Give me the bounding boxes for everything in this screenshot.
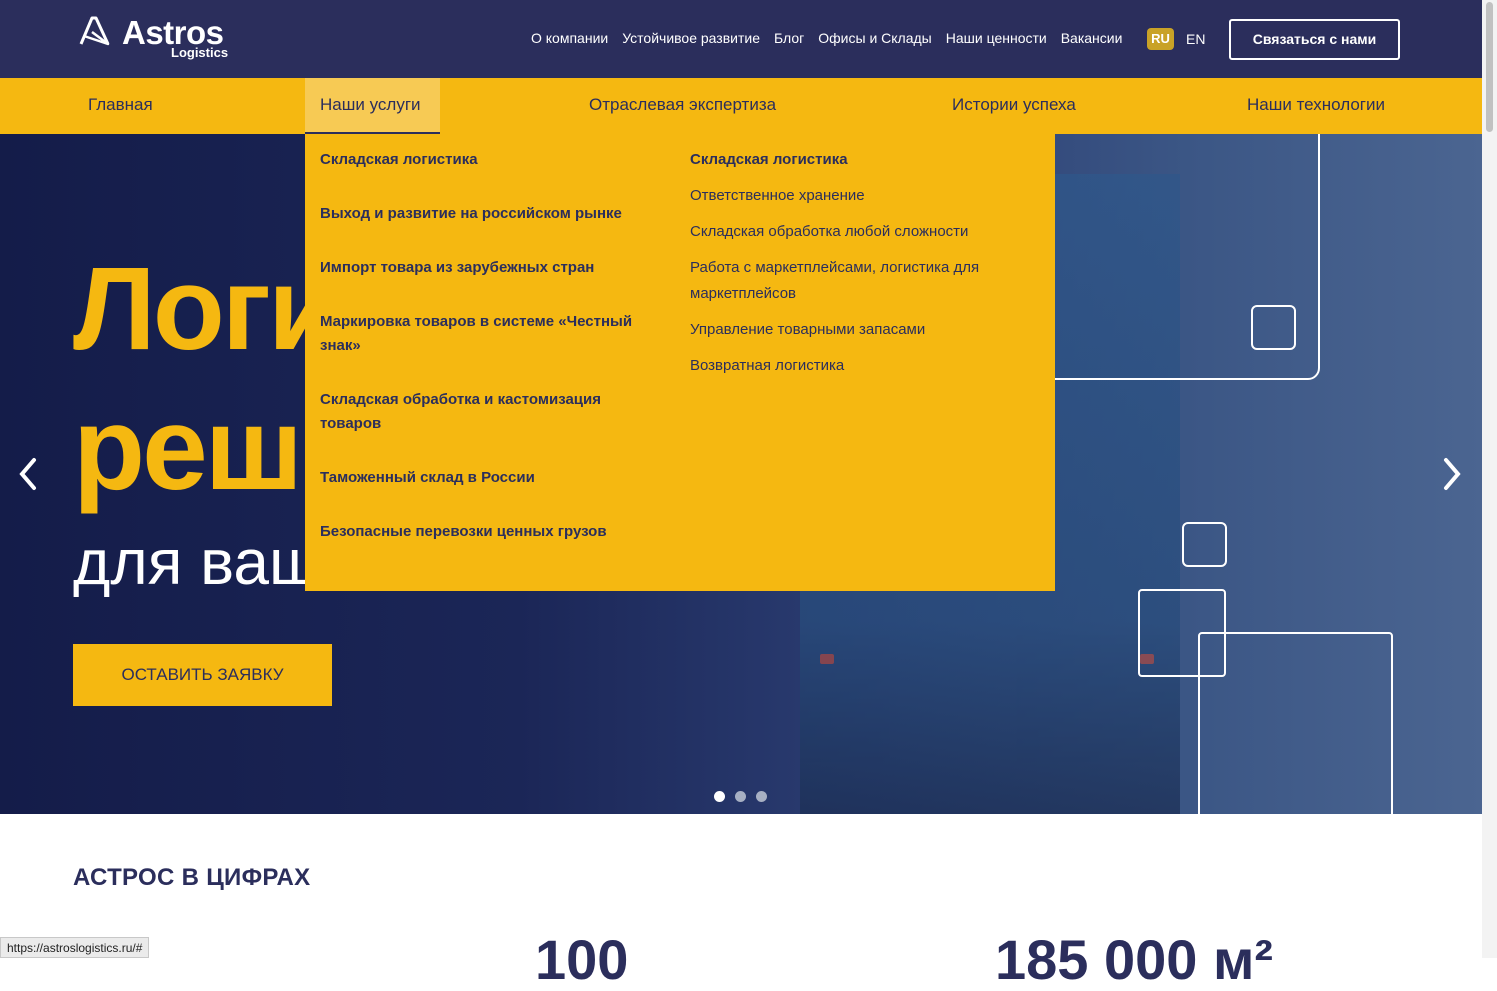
top-navigation: О компании Устойчивое развитие Блог Офис… (531, 28, 1122, 48)
truck-light (820, 654, 834, 664)
stat-number: 185 000 м² (995, 928, 1274, 991)
top-link-offices[interactable]: Офисы и Склады (818, 28, 931, 48)
top-link-values[interactable]: Наши ценности (946, 28, 1047, 48)
sub-item-processing[interactable]: Складская обработка любой сложности (690, 219, 1030, 245)
scrollbar[interactable] (1482, 0, 1497, 958)
sub-item-returns[interactable]: Возвратная логистика (690, 353, 1030, 379)
sub-item-inventory[interactable]: Управление товарными запасами (690, 317, 1030, 343)
lang-en-button[interactable]: EN (1186, 29, 1205, 49)
nav-item-technologies[interactable]: Наши технологии (1247, 78, 1385, 134)
service-item-warehouse[interactable]: Складская логистика (320, 148, 665, 172)
stat-number: 100 (535, 928, 629, 991)
slider-dots (714, 791, 767, 802)
leave-request-button[interactable]: ОСТАВИТЬ ЗАЯВКУ (73, 644, 332, 706)
service-item-valuable-cargo[interactable]: Безопасные перевозки ценных грузов (320, 520, 665, 544)
sub-item-marketplaces[interactable]: Работа с маркетплейсами, логистика для м… (690, 255, 1030, 307)
slider-next-icon[interactable] (1438, 454, 1466, 494)
logo-icon (79, 16, 110, 46)
decor-square (1251, 305, 1296, 350)
service-item-marking[interactable]: Маркировка товаров в системе «Честный зн… (320, 310, 665, 358)
hero-title-line2: реш (73, 383, 303, 515)
slider-dot[interactable] (714, 791, 725, 802)
top-link-vacancies[interactable]: Вакансии (1061, 28, 1123, 48)
services-dropdown: Складская логистика Выход и развитие на … (305, 134, 1055, 591)
top-link-sustainability[interactable]: Устойчивое развитие (622, 28, 760, 48)
nav-item-success-stories[interactable]: Истории успеха (952, 78, 1076, 134)
service-item-import[interactable]: Импорт товара из зарубежных стран (320, 256, 665, 280)
nav-item-services[interactable]: Наши услуги (305, 78, 440, 134)
decor-square (1182, 522, 1227, 567)
logo-subtitle: Logistics (171, 45, 229, 60)
top-link-about[interactable]: О компании (531, 28, 608, 48)
hero-subtitle: для ваш (73, 526, 321, 598)
top-link-blog[interactable]: Блог (774, 28, 804, 48)
service-item-customization[interactable]: Складская обработка и кастомизация товар… (320, 388, 665, 436)
sub-item-storage[interactable]: Ответственное хранение (690, 183, 1030, 209)
scrollbar-thumb[interactable] (1486, 2, 1493, 132)
services-sub-list: Складская логистика Ответственное хранен… (690, 148, 1030, 389)
top-header: Astros Logistics О компании Устойчивое р… (0, 0, 1482, 78)
lang-ru-button[interactable]: RU (1147, 28, 1174, 50)
main-navigation: Главная Наши услуги Отраслевая экспертиз… (0, 78, 1482, 134)
decor-frame (1198, 632, 1393, 814)
service-item-customs-warehouse[interactable]: Таможенный склад в России (320, 466, 665, 490)
service-item-market-entry[interactable]: Выход и развитие на российском рынке (320, 202, 665, 226)
status-bar-url: https://astroslogistics.ru/# (0, 937, 150, 958)
nav-item-home[interactable]: Главная (88, 78, 153, 134)
stats-title: АСТРОС В ЦИФРАХ (73, 864, 311, 891)
logo[interactable]: Astros Logistics (78, 14, 248, 64)
hero-title-line1: Логи (73, 243, 341, 375)
contact-us-button[interactable]: Связаться с нами (1229, 19, 1400, 60)
services-main-list: Складская логистика Выход и развитие на … (320, 148, 665, 574)
slider-dot[interactable] (756, 791, 767, 802)
slider-dot[interactable] (735, 791, 746, 802)
slider-prev-icon[interactable] (14, 454, 42, 494)
nav-item-expertise[interactable]: Отраслевая экспертиза (589, 78, 776, 134)
sub-list-heading[interactable]: Складская логистика (690, 148, 1030, 172)
